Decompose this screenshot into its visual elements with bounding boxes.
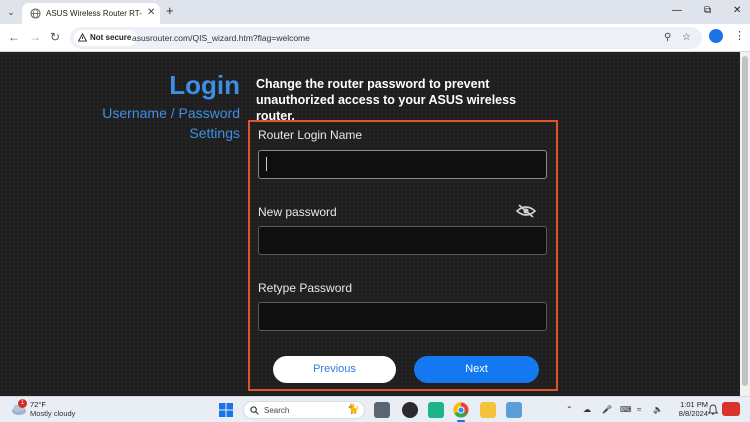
taskbar-search-box[interactable]: Search 🐈 <box>243 401 365 419</box>
router-login-name-label: Router Login Name <box>258 128 363 142</box>
new-password-input[interactable] <box>258 226 547 255</box>
router-login-name-input[interactable] <box>258 150 547 179</box>
forward-arrow-icon[interactable]: → <box>29 30 41 44</box>
speaker-icon[interactable]: 🔈 <box>653 405 663 415</box>
task-view-icon[interactable] <box>374 402 390 418</box>
reload-icon[interactable]: ↻ <box>50 30 60 44</box>
warning-icon <box>77 32 88 42</box>
chrome-icon[interactable] <box>453 402 469 418</box>
new-password-label: New password <box>258 205 337 219</box>
window-close-icon[interactable]: ✕ <box>733 4 741 18</box>
microphone-icon[interactable]: 🎤 <box>602 405 612 415</box>
url-text: asusrouter.com/QIS_wizard.htm?flag=welco… <box>132 33 310 43</box>
cloud-sync-icon[interactable]: ☁ <box>583 405 591 415</box>
notification-bell-icon[interactable] <box>708 404 718 415</box>
retype-password-label: Retype Password <box>258 281 353 295</box>
next-button[interactable]: Next <box>414 356 539 383</box>
tab-search-chevron-icon[interactable]: ⌄ <box>4 5 18 19</box>
windows-start-icon[interactable] <box>219 403 233 417</box>
wizard-heading: Change the router password to prevent un… <box>256 77 517 123</box>
new-tab-button[interactable]: + <box>166 3 174 19</box>
eye-off-icon[interactable] <box>516 203 536 219</box>
address-bar[interactable]: Not secure asusrouter.com/QIS_wizard.htm… <box>70 27 702 49</box>
minimize-icon[interactable]: — <box>672 4 682 18</box>
tab-close-icon[interactable]: ✕ <box>147 7 155 19</box>
globe-icon <box>30 8 41 19</box>
browser-menu-icon[interactable]: ⋮ <box>734 29 745 43</box>
search-highlight-cat-icon: 🐈 <box>347 404 360 415</box>
browser-tab[interactable]: ASUS Wireless Router RT-AX86U ✕ <box>22 3 160 24</box>
previous-button[interactable]: Previous <box>273 356 396 383</box>
corner-app-badge-icon[interactable] <box>722 402 740 416</box>
retype-password-input[interactable] <box>258 302 547 331</box>
tab-title: ASUS Wireless Router RT-AX86U <box>46 9 142 18</box>
security-label: Not secure <box>90 33 132 42</box>
media-app-icon[interactable] <box>402 402 418 418</box>
bookmark-star-icon[interactable]: ☆ <box>682 31 691 45</box>
search-icon <box>250 406 259 415</box>
page-scrollbar[interactable] <box>740 52 750 396</box>
text-caret <box>266 157 267 171</box>
wifi-icon[interactable]: ≈ <box>637 405 641 415</box>
tray-overflow-chevron-icon[interactable]: ⌃ <box>566 405 573 415</box>
wizard-step-username-password: Username / Password <box>102 105 240 121</box>
browser-tab-strip: ⌄ ASUS Wireless Router RT-AX86U ✕ + — ⧉ … <box>0 0 750 24</box>
browser-toolbar: ← → ↻ Not secure asusrouter.com/QIS_wiza… <box>0 24 750 52</box>
restore-icon[interactable]: ⧉ <box>704 4 711 18</box>
wizard-step-settings: Settings <box>189 125 240 141</box>
weather-description[interactable]: Mostly cloudy <box>30 409 75 418</box>
surfshark-app-icon[interactable] <box>428 402 444 418</box>
weather-temperature[interactable]: 72°F <box>30 400 46 409</box>
scrollbar-thumb[interactable] <box>742 56 748 386</box>
clock-date[interactable]: 8/8/2024 <box>668 409 708 418</box>
wizard-step-title: Login <box>169 70 240 100</box>
windows-taskbar: 1 72°F Mostly cloudy Search 🐈 ⌃ ☁ 🎤 ⌨ ≈ … <box>0 396 750 422</box>
clock-time[interactable]: 1:01 PM <box>672 400 708 409</box>
profile-avatar-icon[interactable] <box>709 29 723 43</box>
back-arrow-icon[interactable]: ← <box>8 30 20 44</box>
file-explorer-icon[interactable] <box>480 402 496 418</box>
security-indicator[interactable]: Not secure <box>74 30 138 46</box>
notepad-app-icon[interactable] <box>506 402 522 418</box>
keyboard-icon[interactable]: ⌨ <box>620 405 632 415</box>
key-icon[interactable]: ⚲ <box>664 31 671 45</box>
weather-alert-badge: 1 <box>18 399 27 408</box>
search-placeholder: Search <box>264 406 290 415</box>
